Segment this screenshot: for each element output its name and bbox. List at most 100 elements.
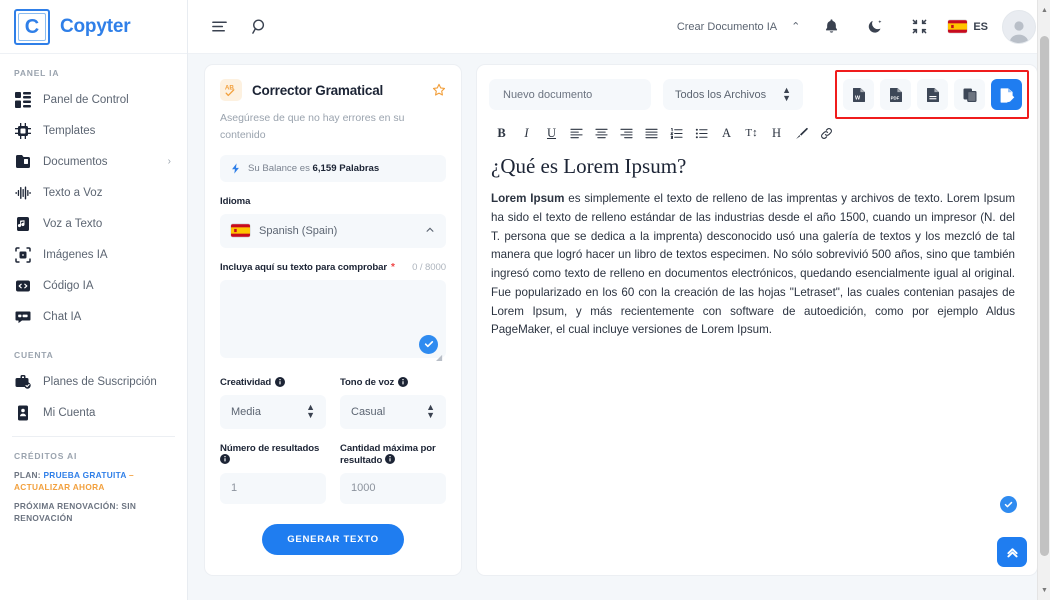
sidebar-item-codigo-ia[interactable]: Código IA	[0, 270, 187, 301]
sidebar-item-templates[interactable]: Templates	[0, 115, 187, 146]
creativity-select[interactable]: Media ▲ ▼	[220, 394, 326, 429]
resize-grip[interactable]: ◢	[436, 353, 444, 362]
language-selector[interactable]: ES	[948, 20, 988, 33]
updown-icon: ▲ ▼	[426, 402, 435, 420]
tool-panel-header: AB Corrector Gramatical	[220, 79, 446, 101]
collapse-icon[interactable]	[904, 12, 934, 42]
italic-button[interactable]: I	[514, 122, 539, 144]
generate-text-button[interactable]: GENERAR TEXTO	[262, 523, 404, 555]
document-name-input[interactable]	[489, 79, 651, 110]
sidebar-item-label: Templates	[43, 124, 96, 137]
sidebar-item-label: Voz a Texto	[43, 217, 103, 230]
export-text-button[interactable]	[917, 79, 948, 110]
moon-icon[interactable]	[860, 12, 890, 42]
balance-prefix: Su Balance es	[248, 162, 313, 174]
language-label-text: Idioma	[220, 195, 251, 207]
tool-panel: AB Corrector Gramatical Asegúrese de que…	[204, 64, 462, 576]
creativity-field: Creatividad Media ▲ ▼	[220, 363, 326, 429]
dashboard-icon	[14, 91, 31, 108]
results-input-wrapper	[220, 472, 326, 504]
file-filter-select[interactable]: Todos los Archivos ▲ ▼	[663, 79, 803, 110]
sidebar-section-account: CUENTA	[14, 350, 54, 360]
font-color-button[interactable]: A	[714, 122, 739, 144]
main-area: Crear Documento IA ⌃ ES AB Corrector Gra…	[188, 0, 1050, 600]
info-icon[interactable]	[398, 377, 409, 388]
sidebar-nav: PANEL IA Panel de Control Templates Docu…	[0, 54, 187, 600]
chevron-up-icon[interactable]: ⌃	[777, 20, 816, 33]
align-center-button[interactable]	[589, 122, 614, 144]
language-select[interactable]: Spanish (Spain)	[220, 213, 446, 248]
paragraph-text: es simplemente el texto de relleno de la…	[491, 192, 1016, 337]
scrollbar-down-arrow[interactable]: ▼	[1038, 582, 1050, 598]
max-input[interactable]	[351, 482, 435, 495]
underline-button[interactable]: U	[539, 122, 564, 144]
renewal-line: PRÓXIMA RENOVACIÓN: SIN RENOVACIÓN	[14, 500, 137, 524]
sidebar-item-documentos[interactable]: Documentos ›	[0, 146, 187, 177]
format-toolbar: B I U A T↕ H	[477, 113, 1037, 150]
max-label: Cantidad máxima por resultado	[340, 443, 446, 466]
document-body[interactable]: ¿Qué es Lorem Ipsum? Lorem Ipsum es simp…	[477, 150, 1037, 575]
max-field: Cantidad máxima por resultado	[340, 429, 446, 504]
align-left-button[interactable]	[564, 122, 589, 144]
page-scrollbar-thumb[interactable]	[1040, 36, 1049, 556]
align-justify-button[interactable]	[639, 122, 664, 144]
check-icon[interactable]	[1000, 496, 1017, 513]
sidebar-item-imagenes-ia[interactable]: Imágenes IA	[0, 239, 187, 270]
check-text-input[interactable]	[220, 279, 446, 358]
scrollbar-up-arrow[interactable]: ▲	[1038, 2, 1050, 18]
sidebar-item-texto-a-voz[interactable]: Texto a Voz	[0, 177, 187, 208]
align-right-button[interactable]	[614, 122, 639, 144]
text-file-icon	[926, 87, 939, 102]
briefcase-icon	[14, 373, 31, 390]
page-scrollbar[interactable]: ▲ ▼	[1037, 0, 1050, 600]
spellcheck-icon: AB	[220, 79, 242, 101]
unordered-list-button[interactable]	[689, 122, 714, 144]
svg-text:PDF: PDF	[890, 95, 899, 100]
search-icon[interactable]	[244, 12, 274, 42]
avatar[interactable]	[1002, 9, 1036, 44]
create-document-button[interactable]: Crear Documento IA	[677, 21, 777, 33]
heading-button[interactable]: H	[764, 122, 789, 144]
font-size-button[interactable]: T↕	[739, 122, 764, 144]
sidebar-item-label: Chat IA	[43, 310, 82, 323]
balance-value: 6,159 Palabras	[312, 162, 380, 174]
sidebar-item-mi-cuenta[interactable]: Mi Cuenta	[0, 397, 187, 428]
bell-icon[interactable]	[816, 12, 846, 42]
info-icon[interactable]	[275, 377, 286, 388]
sidebar-item-chat-ia[interactable]: Chat IA	[0, 301, 187, 332]
max-input-wrapper	[340, 472, 446, 504]
logo-letter: C	[18, 12, 46, 41]
creativity-tone-row: Creatividad Media ▲ ▼ Tono de voz Casual…	[220, 363, 446, 429]
brand-logo[interactable]: C Copyter	[0, 0, 187, 54]
menu-icon[interactable]	[204, 12, 234, 42]
link-button[interactable]	[814, 122, 839, 144]
plan-line: PLAN: PRUEBA GRATUITA – ACTUALIZAR AHORA	[14, 469, 173, 494]
results-input[interactable]	[231, 482, 315, 495]
sidebar-item-label: Documentos	[43, 155, 108, 168]
document-heading: ¿Qué es Lorem Ipsum?	[491, 154, 687, 178]
copy-button[interactable]	[954, 79, 985, 110]
spain-flag-icon	[231, 224, 250, 237]
tone-select[interactable]: Casual ▲ ▼	[340, 394, 446, 429]
star-icon[interactable]	[432, 83, 446, 97]
required-marker: *	[391, 261, 395, 273]
spain-flag-icon	[948, 20, 968, 33]
info-icon[interactable]	[220, 453, 230, 464]
results-label: Número de resultados	[220, 443, 326, 466]
upgrade-link[interactable]: ACTUALIZAR AHORA	[14, 482, 105, 492]
sidebar-item-planes-de-suscripcion[interactable]: Planes de Suscripción	[0, 366, 187, 397]
save-document-button[interactable]	[991, 79, 1022, 110]
check-icon[interactable]	[419, 334, 438, 354]
language-field-label: Idioma	[220, 196, 446, 207]
sidebar-item-voz-a-texto[interactable]: Voz a Texto	[0, 208, 187, 239]
info-icon[interactable]	[384, 453, 395, 464]
highlight-button[interactable]	[789, 122, 814, 144]
ordered-list-button[interactable]	[664, 122, 689, 144]
pdf-file-icon: PDF	[889, 87, 902, 102]
export-pdf-button[interactable]: PDF	[880, 79, 911, 110]
export-word-button[interactable]: W	[843, 79, 874, 110]
scroll-to-top-button[interactable]	[997, 537, 1027, 567]
save-file-icon	[1000, 87, 1014, 103]
sidebar-item-panel-de-control[interactable]: Panel de Control	[0, 84, 187, 115]
bold-button[interactable]: B	[489, 122, 514, 144]
